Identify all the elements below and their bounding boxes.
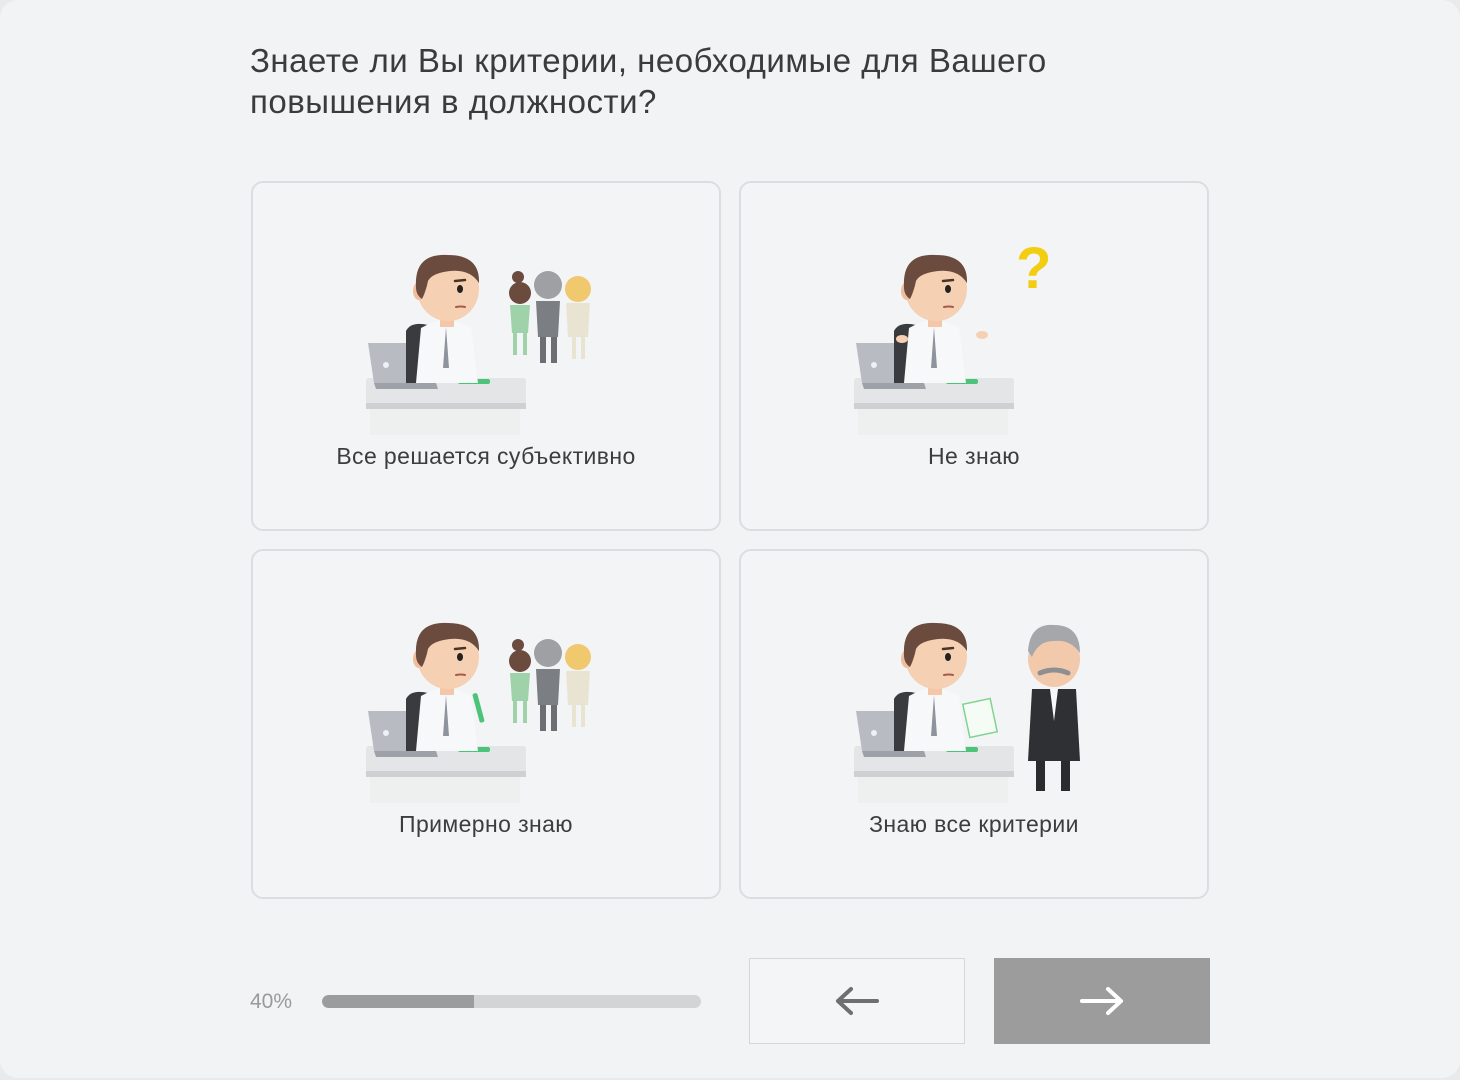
option-approximately[interactable]: Примерно знаю — [251, 549, 721, 899]
option-label: Все решается субъективно — [336, 443, 636, 469]
option-subjective[interactable]: Все решается субъективно — [251, 181, 721, 531]
option-dont-know[interactable]: ? Не знаю — [739, 181, 1209, 531]
progress-percent: 40% — [250, 990, 293, 1013]
option-label: Знаю все критерии — [869, 811, 1079, 837]
question-mark-icon: ? — [1016, 236, 1051, 301]
option-know-all[interactable]: Знаю все критерии — [739, 549, 1209, 899]
confused-employee-illustration: ? — [854, 236, 1051, 435]
quiz-page: Знаете ли Вы критерии, необходимые для В… — [0, 0, 1460, 1078]
employee-with-colleagues-illustration — [366, 253, 591, 435]
progress-bar-fill — [322, 995, 474, 1008]
arrow-left-icon — [836, 987, 879, 1015]
arrow-right-icon — [1080, 987, 1123, 1015]
option-label: Не знаю — [928, 443, 1020, 469]
question-title: Знаете ли Вы критерии, необходимые для В… — [250, 42, 1047, 120]
option-label: Примерно знаю — [399, 811, 573, 837]
employee-and-boss-illustration — [854, 621, 1080, 803]
back-button[interactable] — [749, 958, 965, 1044]
employee-with-pen-illustration — [366, 621, 591, 803]
quiz-footer: 40% — [250, 958, 1210, 1045]
next-button[interactable] — [994, 958, 1210, 1044]
answer-options: Все решается субъективно ? Не знаю Приме… — [251, 181, 1209, 899]
progress-bar — [322, 995, 701, 1008]
